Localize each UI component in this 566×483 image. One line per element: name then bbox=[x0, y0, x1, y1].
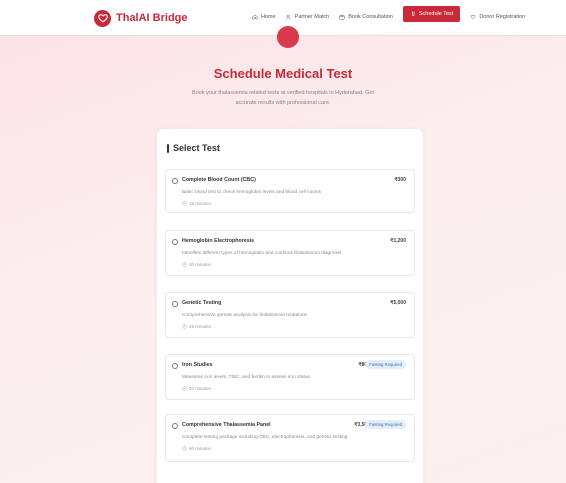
test-option-electrophoresis[interactable]: Hemoglobin Electrophoresis ₹1,200 Identi… bbox=[165, 230, 415, 276]
fasting-badge: Fasting Required bbox=[365, 420, 406, 429]
heart-hand-icon bbox=[470, 14, 476, 19]
section-title: Select Test bbox=[167, 143, 220, 153]
brand-name: ThalAI Bridge bbox=[116, 12, 188, 24]
clock-icon bbox=[182, 324, 187, 329]
test-option-cbc[interactable]: Complete Blood Count (CBC) ₹300 Basic bl… bbox=[165, 169, 415, 213]
nav-home-label: Home bbox=[261, 13, 276, 20]
test-option-iron[interactable]: Iron Studies ₹800 Fasting Required Measu… bbox=[165, 354, 415, 400]
test-tube-icon bbox=[412, 11, 415, 17]
test-duration: 20 minutes bbox=[182, 386, 211, 391]
nav-partner-match[interactable]: Partner Match bbox=[285, 13, 330, 20]
test-duration-text: 60 minutes bbox=[189, 446, 212, 451]
test-option-panel[interactable]: Comprehensive Thalassemia Panel ₹3,500 F… bbox=[165, 414, 415, 462]
clock-icon bbox=[182, 201, 187, 206]
test-name: Comprehensive Thalassemia Panel bbox=[182, 422, 271, 428]
test-duration: 15 minutes bbox=[182, 201, 211, 206]
test-description: Basic blood test to check hemoglobin lev… bbox=[182, 190, 322, 195]
test-price: ₹300 bbox=[394, 177, 406, 183]
heart-logo-icon bbox=[94, 9, 111, 27]
nav-schedule-test[interactable]: Schedule Test bbox=[402, 6, 461, 22]
test-duration-text: 45 minutes bbox=[189, 324, 212, 329]
nav-book-consultation[interactable]: Book Consultation bbox=[339, 14, 393, 20]
clock-icon bbox=[182, 446, 187, 451]
test-name: Genetic Testing bbox=[182, 300, 222, 306]
nav-donor-registration-label: Donor Registration bbox=[479, 13, 526, 20]
test-duration-text: 15 minutes bbox=[189, 201, 212, 206]
select-test-card: Select Test Complete Blood Count (CBC) ₹… bbox=[157, 129, 423, 483]
section-title-text: Select Test bbox=[173, 143, 220, 153]
test-description: Measures iron levels, TIBC, and ferritin… bbox=[182, 375, 310, 380]
nav-schedule-test-label: Schedule Test bbox=[418, 11, 454, 17]
test-duration-text: 20 minutes bbox=[189, 386, 212, 391]
radio-button[interactable] bbox=[172, 239, 178, 245]
test-name: Iron Studies bbox=[182, 362, 213, 368]
fasting-badge: Fasting Required bbox=[365, 360, 406, 369]
test-description: Comprehensive genetic analysis for thala… bbox=[182, 313, 308, 318]
nav-links: Home Partner Match Book Consultation Sch… bbox=[252, 6, 525, 22]
brand[interactable]: ThalAI Bridge bbox=[94, 9, 188, 27]
hero-accent-circle bbox=[277, 26, 299, 48]
radio-button[interactable] bbox=[172, 423, 178, 429]
test-option-genetic[interactable]: Genetic Testing ₹5,000 Comprehensive gen… bbox=[165, 292, 415, 338]
test-duration: 45 minutes bbox=[182, 324, 211, 329]
test-name: Complete Blood Count (CBC) bbox=[182, 177, 256, 183]
test-duration: 60 minutes bbox=[182, 446, 211, 451]
test-price: ₹5,000 bbox=[390, 300, 406, 306]
radio-button[interactable] bbox=[172, 301, 178, 307]
radio-button[interactable] bbox=[172, 363, 178, 369]
title-bar-icon bbox=[167, 143, 169, 153]
clock-icon bbox=[182, 386, 187, 391]
test-price: ₹1,200 bbox=[390, 238, 406, 244]
nav-partner-match-label: Partner Match bbox=[294, 13, 330, 20]
test-duration: 30 minutes bbox=[182, 262, 211, 267]
page-background: ThalAI Bridge Home Partner Match Book Co… bbox=[0, 0, 566, 483]
home-icon bbox=[252, 14, 258, 19]
calendar-icon bbox=[339, 14, 345, 19]
test-duration-text: 30 minutes bbox=[189, 262, 212, 267]
test-description: Identifies different types of hemoglobin… bbox=[182, 251, 342, 256]
nav-book-consultation-label: Book Consultation bbox=[348, 13, 393, 20]
page-title: Schedule Medical Test bbox=[213, 66, 353, 81]
test-name: Hemoglobin Electrophoresis bbox=[182, 238, 255, 244]
nav-donor-registration[interactable]: Donor Registration bbox=[470, 14, 525, 20]
radio-button[interactable] bbox=[172, 178, 178, 184]
test-description: Complete testing package including CBC, … bbox=[182, 435, 348, 440]
page-subtitle: Book your thalassemia related tests at v… bbox=[192, 90, 374, 106]
users-icon bbox=[285, 14, 290, 19]
clock-icon bbox=[182, 262, 187, 267]
nav-home[interactable]: Home bbox=[252, 14, 276, 20]
